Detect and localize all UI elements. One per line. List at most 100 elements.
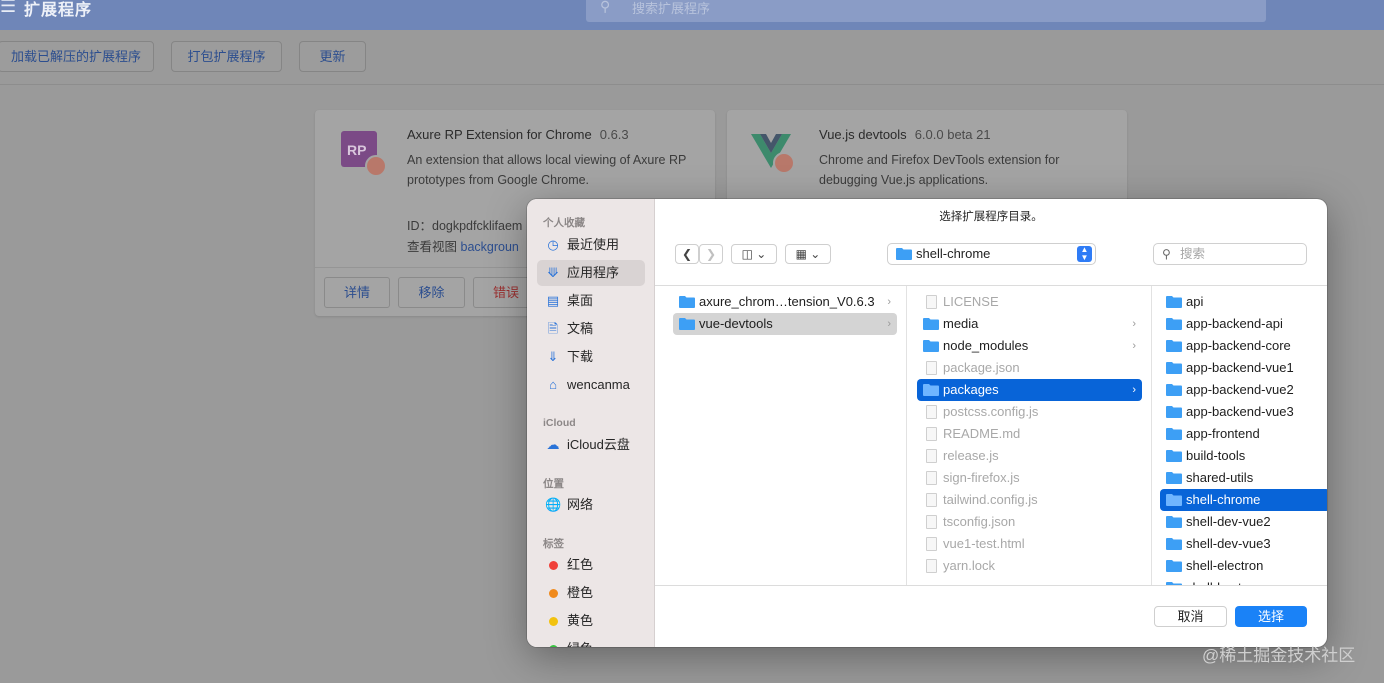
- hamburger-menu-icon[interactable]: ☰: [0, 0, 16, 17]
- load-unpacked-button[interactable]: 加载已解压的扩展程序: [0, 41, 154, 72]
- item-name: packages: [943, 382, 999, 397]
- sidebar-tag-orange[interactable]: 橙色: [537, 580, 645, 606]
- item-name: vue1-test.html: [943, 536, 1025, 551]
- file-item[interactable]: package.json: [917, 357, 1142, 379]
- file-item[interactable]: yarn.lock: [917, 555, 1142, 577]
- folder-item[interactable]: app-backend-vue3: [1160, 401, 1327, 423]
- file-icon: [926, 559, 937, 573]
- file-icon: [926, 471, 937, 485]
- folder-item[interactable]: axure_chrom…tension_V0.6.3 ›: [673, 291, 897, 313]
- sidebar-tag-red[interactable]: 红色: [537, 552, 645, 578]
- sidebar-tag-green[interactable]: 绿色: [537, 636, 645, 647]
- chevron-right-icon: ›: [1132, 384, 1136, 396]
- sidebar-tag-yellow[interactable]: 黄色: [537, 608, 645, 634]
- desktop-icon: ▤: [546, 293, 560, 308]
- folder-item[interactable]: shell-chrome: [1160, 489, 1327, 511]
- sidebar-item-icloud-drive[interactable]: ☁ iCloud云盘: [537, 432, 645, 458]
- item-name: app-backend-api: [1186, 316, 1283, 331]
- folder-item[interactable]: shell-dev-vue3: [1160, 533, 1327, 555]
- folder-icon: [679, 296, 695, 308]
- item-name: release.js: [943, 448, 999, 463]
- extensions-search-input[interactable]: ⚲ 搜索扩展程序: [586, 0, 1266, 22]
- sidebar-item-recents[interactable]: ◷ 最近使用: [537, 232, 645, 258]
- folder-item[interactable]: media ›: [917, 313, 1142, 335]
- folder-icon: [1166, 582, 1182, 585]
- favorites-header: 个人收藏: [543, 217, 585, 229]
- remove-button[interactable]: 移除: [398, 277, 465, 308]
- item-name: axure_chrom…tension_V0.6.3: [699, 294, 875, 309]
- folder-icon: [923, 318, 939, 330]
- file-item[interactable]: vue1-test.html: [917, 533, 1142, 555]
- folder-item[interactable]: shell-dev-vue2: [1160, 511, 1327, 533]
- file-item[interactable]: tsconfig.json: [917, 511, 1142, 533]
- folder-item[interactable]: packages ›: [917, 379, 1142, 401]
- locations-header: 位置: [543, 478, 564, 490]
- folder-item[interactable]: app-backend-vue2: [1160, 379, 1327, 401]
- chevron-right-icon: ›: [1132, 318, 1136, 330]
- item-name: tailwind.config.js: [943, 492, 1038, 507]
- folder-item[interactable]: vue-devtools ›: [673, 313, 897, 335]
- item-name: shell-chrome: [1186, 492, 1261, 507]
- file-item[interactable]: sign-firefox.js: [917, 467, 1142, 489]
- sidebar-item-downloads[interactable]: ⇓ 下载: [537, 344, 645, 370]
- select-button[interactable]: 选择: [1235, 606, 1307, 627]
- item-name: shell-dev-vue3: [1186, 536, 1271, 551]
- folder-item[interactable]: app-backend-vue1: [1160, 357, 1327, 379]
- sidebar-item-desktop[interactable]: ▤ 桌面: [537, 288, 645, 314]
- chevron-right-icon: ›: [887, 296, 891, 308]
- extensions-toolbar: 加载已解压的扩展程序 打包扩展程序 更新: [0, 30, 1384, 85]
- path-selector[interactable]: shell-chrome ▲ ▼: [887, 243, 1096, 265]
- file-item[interactable]: LICENSE: [917, 291, 1142, 313]
- folder-item[interactable]: shell-host: [1160, 577, 1327, 585]
- folder-icon: [923, 340, 939, 352]
- folder-item[interactable]: build-tools: [1160, 445, 1327, 467]
- folder-item[interactable]: app-backend-api: [1160, 313, 1327, 335]
- sidebar-item-home[interactable]: ⌂ wencanma: [537, 372, 645, 398]
- folder-item[interactable]: shell-electron: [1160, 555, 1327, 577]
- item-name: shared-utils: [1186, 470, 1254, 485]
- sidebar-item-network[interactable]: 🌐 网络: [537, 492, 645, 518]
- file-item[interactable]: release.js: [917, 445, 1142, 467]
- orange-tag-icon: [549, 589, 558, 598]
- folder-icon: [1166, 516, 1182, 528]
- item-name: api: [1186, 294, 1204, 309]
- folder-item[interactable]: app-frontend: [1160, 423, 1327, 445]
- extension-description: Chrome and Firefox DevTools extension fo…: [819, 153, 1060, 187]
- folder-item[interactable]: app-backend-core: [1160, 335, 1327, 357]
- search-icon: ⚲: [600, 0, 611, 14]
- folder-item[interactable]: api: [1160, 291, 1327, 313]
- folder-icon: [1166, 560, 1182, 572]
- view-mode-columns-button[interactable]: ◫ ⌄: [731, 244, 777, 264]
- pack-extension-button[interactable]: 打包扩展程序: [171, 41, 282, 72]
- forward-button[interactable]: ❯: [699, 244, 723, 264]
- folder-item[interactable]: node_modules ›: [917, 335, 1142, 357]
- item-name: app-frontend: [1186, 426, 1260, 441]
- item-name: build-tools: [1186, 448, 1246, 463]
- back-button[interactable]: ❮: [675, 244, 699, 264]
- background-page-link[interactable]: backgroun: [461, 240, 519, 254]
- folder-icon: [1166, 340, 1182, 352]
- sidebar-item-applications[interactable]: ⟱ 应用程序: [537, 260, 645, 286]
- axure-logo-icon: RP: [341, 131, 387, 177]
- extension-name: Axure RP Extension for Chrome 0.6.3: [407, 127, 629, 142]
- item-name: shell-dev-vue2: [1186, 514, 1271, 529]
- chevron-right-icon: ❯: [705, 247, 717, 261]
- file-icon: [926, 449, 937, 463]
- red-tag-icon: [549, 561, 558, 570]
- column-1: axure_chrom…tension_V0.6.3 › vue-devtools ›: [655, 286, 907, 585]
- sidebar-item-documents[interactable]: 🗎 文稿: [537, 316, 645, 342]
- extension-id: ID：dogkpdfcklifaem: [407, 219, 523, 233]
- details-button[interactable]: 详情: [324, 277, 390, 308]
- file-item[interactable]: postcss.config.js: [917, 401, 1142, 423]
- update-button[interactable]: 更新: [299, 41, 366, 72]
- cancel-button[interactable]: 取消: [1154, 606, 1227, 627]
- file-item[interactable]: README.md: [917, 423, 1142, 445]
- group-by-button[interactable]: ▦ ⌄: [785, 244, 831, 264]
- extensions-topbar: ☰ 扩展程序 ⚲ 搜索扩展程序: [0, 0, 1384, 30]
- dialog-search-input[interactable]: ⚲ 搜索: [1153, 243, 1307, 265]
- file-icon: [926, 427, 937, 441]
- folder-item[interactable]: shared-utils: [1160, 467, 1327, 489]
- chevron-left-icon: ❮: [681, 247, 693, 261]
- file-item[interactable]: tailwind.config.js: [917, 489, 1142, 511]
- devtools-badge-icon: [773, 152, 795, 174]
